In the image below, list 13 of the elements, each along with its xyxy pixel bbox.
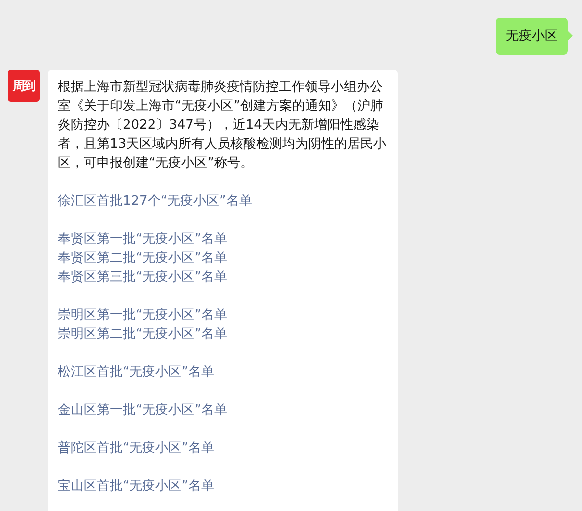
list-link[interactable]: 徐汇区首批127个“无疫小区”名单 [58,192,388,211]
list-link[interactable]: 普陀区首批“无疫小区”名单 [58,439,388,458]
list-link[interactable]: 奉贤区第一批“无疫小区”名单 [58,230,388,249]
message-text: 根据上海市新型冠状病毒肺炎疫情防控工作领导小组办公室《关于印发上海市“无疫小区”创建方案的通知》（沪肺炎防控办〔2022〕347号），近14天内无新增阳性感染者，且第13天区域内所有人员核酸检测均为阴性的居民小区，可申报创建“无疫小区”称号。 [58,79,388,173]
avatar-logo: 周到 [8,70,40,102]
list-link[interactable]: 崇明区第二批“无疫小区”名单 [58,325,388,344]
list-link[interactable]: 金山区第一批“无疫小区”名单 [58,401,388,420]
sent-message: 无疫小区 [496,18,573,55]
list-link[interactable]: 崇明区第一批“无疫小区”名单 [58,306,388,325]
list-link[interactable]: 奉贤区第三批“无疫小区”名单 [58,268,388,287]
list-link[interactable]: 松江区首批“无疫小区”名单 [58,363,388,382]
list-link[interactable]: 奉贤区第二批“无疫小区”名单 [58,249,388,268]
list-link[interactable]: 宝山区首批“无疫小区”名单 [58,477,388,496]
